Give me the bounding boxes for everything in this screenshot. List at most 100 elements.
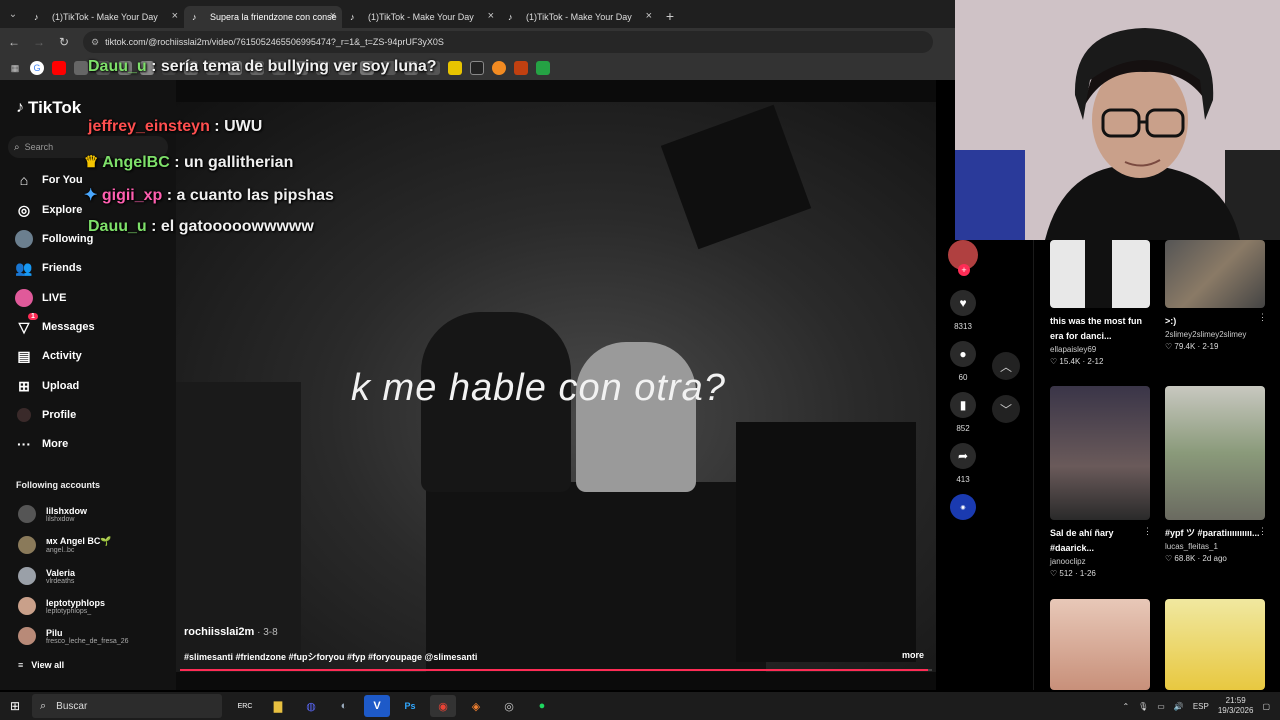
card-likes: ♡ 79.4K · 2-19 bbox=[1165, 342, 1219, 351]
video-author[interactable]: rochiisslai2m · 3-8 bbox=[184, 626, 278, 638]
site-info-icon[interactable]: ⚙ bbox=[91, 37, 99, 48]
following-avatar-icon bbox=[14, 229, 34, 249]
related-video-card[interactable]: Sal de ahí ñary #daarick... janooclipz ♡… bbox=[1050, 386, 1152, 578]
previous-video-button[interactable]: ︿ bbox=[992, 352, 1020, 380]
sound-disc-button[interactable]: ◉ bbox=[950, 494, 976, 520]
like-button[interactable]: ♥ bbox=[950, 290, 976, 316]
close-icon[interactable]: × bbox=[488, 10, 494, 22]
browser-tab[interactable]: ♪ (1)TikTok - Make Your Day × bbox=[26, 6, 184, 28]
chevron-up-icon: ︿ bbox=[999, 359, 1012, 374]
taskbar-app-icon[interactable]: ◈ bbox=[463, 695, 489, 717]
reload-icon[interactable]: ↻ bbox=[53, 35, 75, 49]
nav-label: More bbox=[42, 438, 69, 450]
related-video-card[interactable] bbox=[1050, 599, 1152, 690]
nav-explore[interactable]: ◎ Explore bbox=[14, 200, 82, 220]
more-vertical-icon[interactable]: ⋮ bbox=[1258, 312, 1267, 323]
share-button[interactable]: ➦ bbox=[950, 443, 976, 469]
volume-icon[interactable]: 🔊 bbox=[1174, 702, 1184, 711]
account-handle: fresco_leche_de_fresa_26 bbox=[46, 637, 129, 645]
video-progress-bar[interactable] bbox=[180, 669, 932, 671]
bookmark-icon[interactable] bbox=[470, 61, 484, 75]
chevron-down-icon: ﹀ bbox=[999, 402, 1012, 417]
creator-avatar[interactable]: + bbox=[948, 240, 978, 276]
following-account[interactable]: lilshxdow lilshxdow bbox=[18, 500, 87, 528]
nav-activity[interactable]: ▤ Activity bbox=[14, 346, 81, 366]
following-account[interactable]: leptotyphlops leptotyphlops_ bbox=[18, 592, 105, 620]
bookmark-icon[interactable] bbox=[514, 61, 528, 75]
taskbar-search-input[interactable]: ⌕ Buscar bbox=[32, 694, 222, 718]
following-account[interactable]: Valeria vlrdeaths bbox=[18, 562, 75, 590]
messages-badge: 1 bbox=[28, 313, 38, 320]
account-handle: lilshxdow bbox=[46, 515, 75, 523]
nav-following[interactable]: Following bbox=[14, 229, 93, 249]
apps-grid-icon[interactable]: ▦ bbox=[8, 61, 22, 75]
related-video-card[interactable] bbox=[1165, 599, 1267, 690]
new-tab-plus-icon[interactable]: + bbox=[658, 8, 682, 24]
windows-start-icon[interactable]: ⊞ bbox=[0, 699, 30, 713]
close-icon[interactable]: × bbox=[330, 10, 336, 22]
more-vertical-icon[interactable]: ⋮ bbox=[1258, 526, 1267, 537]
nav-profile[interactable]: Profile bbox=[14, 405, 76, 425]
avatar bbox=[18, 567, 36, 585]
more-vertical-icon[interactable]: ⋮ bbox=[1143, 526, 1152, 537]
discord-icon[interactable]: ◍ bbox=[298, 695, 324, 717]
nav-live[interactable]: LIVE bbox=[14, 288, 66, 308]
home-icon: ⌂ bbox=[19, 172, 29, 188]
nav-for-you[interactable]: ⌂ For You bbox=[14, 170, 83, 190]
network-icon[interactable]: ▭ bbox=[1157, 702, 1165, 711]
forward-arrow-icon[interactable]: → bbox=[28, 35, 50, 49]
following-account[interactable]: ᴍx Angel BC🌱 angel..bc bbox=[18, 531, 112, 559]
close-icon[interactable]: × bbox=[172, 10, 178, 22]
language-indicator[interactable]: ESP bbox=[1193, 702, 1209, 711]
back-arrow-icon[interactable]: ← bbox=[3, 35, 25, 49]
tab-label: (1)TikTok - Make Your Day bbox=[526, 12, 632, 22]
view-all-link[interactable]: ≡ View all bbox=[18, 660, 64, 670]
related-video-card[interactable]: #ypf ツ #paratiıııııııııı... lucas_fleita… bbox=[1165, 386, 1267, 563]
browser-tab-active[interactable]: ♪ Supera la friendzone con conse × bbox=[184, 6, 342, 28]
video-hashtags[interactable]: #slimesanti #friendzone #fupシforyou #fyp… bbox=[184, 650, 477, 663]
vegas-app-icon[interactable]: V bbox=[364, 695, 390, 717]
photoshop-icon[interactable]: Ps bbox=[397, 695, 423, 717]
chrome-icon[interactable]: ◉ bbox=[430, 695, 456, 717]
follow-plus-icon[interactable]: + bbox=[958, 264, 970, 276]
tiktok-logo[interactable]: ♪ TikTok bbox=[16, 98, 81, 118]
bookmark-icon[interactable] bbox=[448, 61, 462, 75]
more-button[interactable]: more bbox=[902, 650, 924, 660]
steam-icon[interactable]: ◐ bbox=[331, 695, 357, 717]
taskbar-app-icon[interactable]: ERC bbox=[232, 695, 258, 717]
nav-upload[interactable]: ⊞ Upload bbox=[14, 376, 79, 396]
bookmark-icon[interactable] bbox=[492, 61, 506, 75]
address-bar[interactable]: ⚙ tiktok.com/@rochiisslai2m/video/761505… bbox=[83, 31, 933, 53]
next-video-button[interactable]: ﹀ bbox=[992, 395, 1020, 423]
bookmark-icon[interactable] bbox=[536, 61, 550, 75]
browser-tab[interactable]: ♪ (1)TikTok - Make Your Day × bbox=[500, 6, 658, 28]
nav-label: Profile bbox=[42, 409, 77, 421]
youtube-bookmark-icon[interactable] bbox=[52, 61, 66, 75]
following-account[interactable]: Pilu fresco_leche_de_fresa_26 bbox=[18, 622, 129, 650]
related-video-card[interactable]: >:) 2slimey2slimey2slimey ♡ 79.4K · 2-19… bbox=[1165, 240, 1267, 351]
browser-tab[interactable]: ♪ (1)TikTok - Make Your Day × bbox=[342, 6, 500, 28]
chevron-up-icon[interactable]: ⌃ bbox=[1122, 702, 1129, 711]
related-video-card[interactable]: this was the most fun era for danci... e… bbox=[1050, 240, 1152, 366]
spotify-icon[interactable]: ● bbox=[529, 695, 555, 717]
microphone-icon[interactable]: 🎙 bbox=[1138, 702, 1148, 711]
tiktok-favicon-icon: ♪ bbox=[508, 12, 513, 22]
tab-search-chevron-icon[interactable]: ⌄ bbox=[0, 0, 26, 28]
comment-button[interactable]: ● bbox=[950, 341, 976, 367]
google-bookmark-icon[interactable]: G bbox=[30, 61, 44, 75]
close-icon[interactable]: × bbox=[646, 10, 652, 22]
obs-icon[interactable]: ◎ bbox=[496, 695, 522, 717]
chat-text: : a cuanto las pipshas bbox=[166, 187, 334, 204]
nav-friends[interactable]: 👥 Friends bbox=[14, 258, 81, 278]
card-user: lucas_fleitas_1 bbox=[1165, 542, 1218, 551]
video-thumbnail bbox=[1050, 386, 1150, 520]
music-disc-icon: ◉ bbox=[960, 504, 966, 511]
bookmark-icon[interactable] bbox=[74, 61, 88, 75]
nav-messages[interactable]: ▽ 1 Messages bbox=[14, 313, 95, 337]
tiktok-note-icon: ♪ bbox=[16, 99, 24, 116]
file-explorer-icon[interactable]: ▇ bbox=[265, 695, 291, 717]
save-button[interactable]: ▮ bbox=[950, 392, 976, 418]
taskbar-clock[interactable]: 21:59 19/3/2026 bbox=[1218, 696, 1254, 716]
nav-more[interactable]: ··· More bbox=[14, 434, 68, 454]
notifications-icon[interactable]: ▢ bbox=[1262, 702, 1270, 711]
